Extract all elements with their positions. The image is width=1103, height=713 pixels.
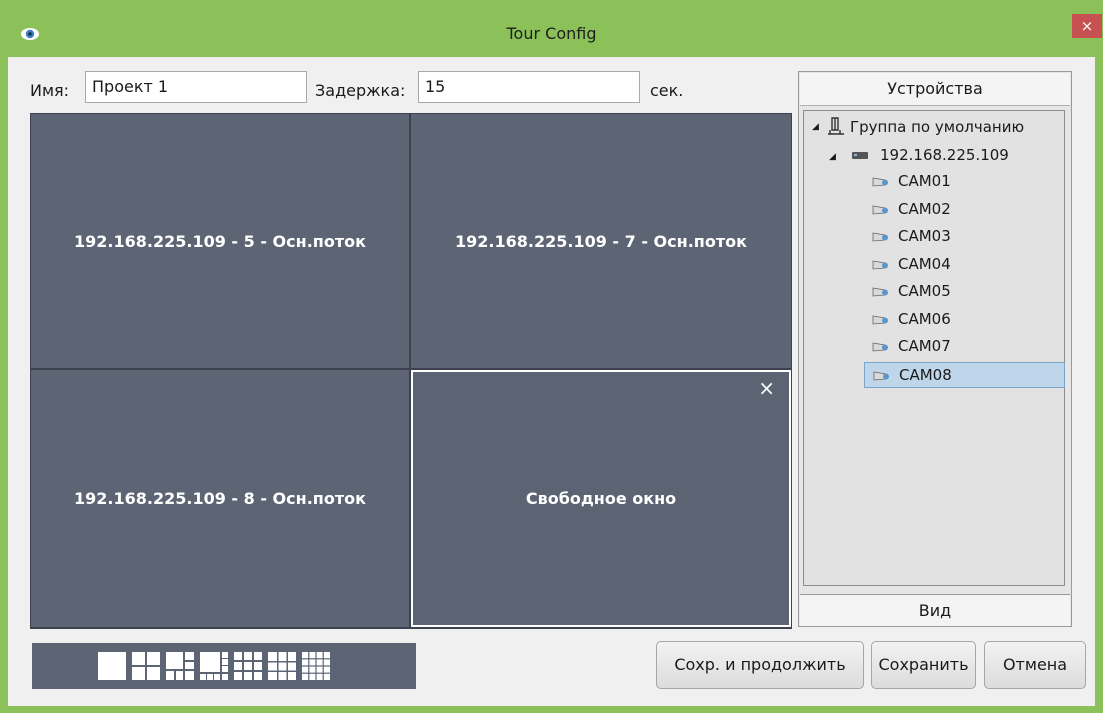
camera-icon bbox=[872, 315, 888, 324]
view-cell-label: 192.168.225.109 - 7 - Осн.поток bbox=[455, 231, 747, 251]
camera-label: CAM06 bbox=[898, 309, 951, 328]
save-and-continue-button[interactable]: Сохр. и продолжить bbox=[656, 641, 864, 689]
save-button[interactable]: Сохранить bbox=[871, 641, 976, 689]
window-title: Tour Config bbox=[506, 24, 597, 43]
view-cell-label: Свободное окно bbox=[525, 489, 677, 508]
camera-icon bbox=[872, 205, 888, 214]
camera-label: CAM03 bbox=[898, 227, 951, 245]
camera-label: CAM01 bbox=[898, 172, 951, 190]
camera-icon bbox=[872, 260, 888, 269]
camera-label: CAM08 bbox=[899, 365, 952, 384]
nvr-device-icon bbox=[852, 152, 868, 159]
layout-2x2-icon[interactable] bbox=[132, 652, 160, 680]
delay-label: Задержка: bbox=[315, 81, 406, 100]
close-icon[interactable]: × bbox=[758, 376, 775, 400]
layout-3x3-icon[interactable] bbox=[234, 652, 262, 680]
expand-triangle-icon[interactable]: ◢ bbox=[829, 152, 836, 162]
camera-label: CAM05 bbox=[898, 282, 951, 300]
layout-1plus5-icon[interactable] bbox=[166, 652, 194, 680]
layout-1plus7-icon[interactable] bbox=[200, 652, 228, 680]
camera-icon bbox=[872, 177, 888, 187]
tree-device[interactable]: 192.168.225.109 bbox=[880, 146, 1009, 164]
camera-icon bbox=[872, 287, 888, 297]
cancel-button[interactable]: Отмена bbox=[984, 641, 1086, 689]
camera-label: CAM04 bbox=[898, 254, 951, 273]
layout-1x1-icon[interactable] bbox=[98, 652, 126, 680]
tree-camera-item[interactable]: CAM08 bbox=[864, 361, 1065, 388]
name-input[interactable]: Проект 1 bbox=[85, 71, 307, 103]
layout-3x3-alt-icon[interactable] bbox=[268, 652, 296, 680]
camera-label: CAM07 bbox=[898, 337, 951, 355]
camera-icon bbox=[873, 371, 889, 380]
name-label: Имя: bbox=[30, 81, 70, 100]
tree-group-default[interactable]: Группа по умолчанию bbox=[850, 118, 1024, 136]
tour-config-window: Tour Config × Имя: Проект 1 Задержка: 15… bbox=[0, 0, 1103, 713]
view-cell-label: 192.168.225.109 - 8 - Осн.поток bbox=[74, 489, 366, 508]
expand-triangle-icon[interactable]: ◢ bbox=[812, 122, 819, 132]
camera-label: CAM02 bbox=[898, 199, 951, 218]
view-cell-2[interactable]: 192.168.225.109 - 7 - Осн.поток bbox=[411, 114, 791, 368]
view-cell-label: 192.168.225.109 - 5 - Осн.поток bbox=[74, 231, 366, 251]
view-cell-1[interactable]: 192.168.225.109 - 5 - Осн.поток bbox=[31, 114, 409, 368]
delay-unit-label: сек. bbox=[650, 81, 684, 100]
view-cell-4-free[interactable]: Свободное окно × bbox=[411, 370, 791, 627]
device-group-icon bbox=[828, 117, 844, 135]
view-cell-3[interactable]: 192.168.225.109 - 8 - Осн.поток bbox=[31, 370, 409, 627]
delay-input[interactable]: 15 bbox=[418, 71, 640, 103]
devices-header: Устройства bbox=[800, 73, 1070, 106]
layout-4x4-icon[interactable] bbox=[302, 652, 330, 680]
camera-icon bbox=[872, 342, 888, 352]
view-button[interactable]: Вид bbox=[800, 594, 1070, 626]
close-window-button[interactable]: × bbox=[1072, 14, 1102, 38]
camera-icon bbox=[872, 232, 888, 242]
